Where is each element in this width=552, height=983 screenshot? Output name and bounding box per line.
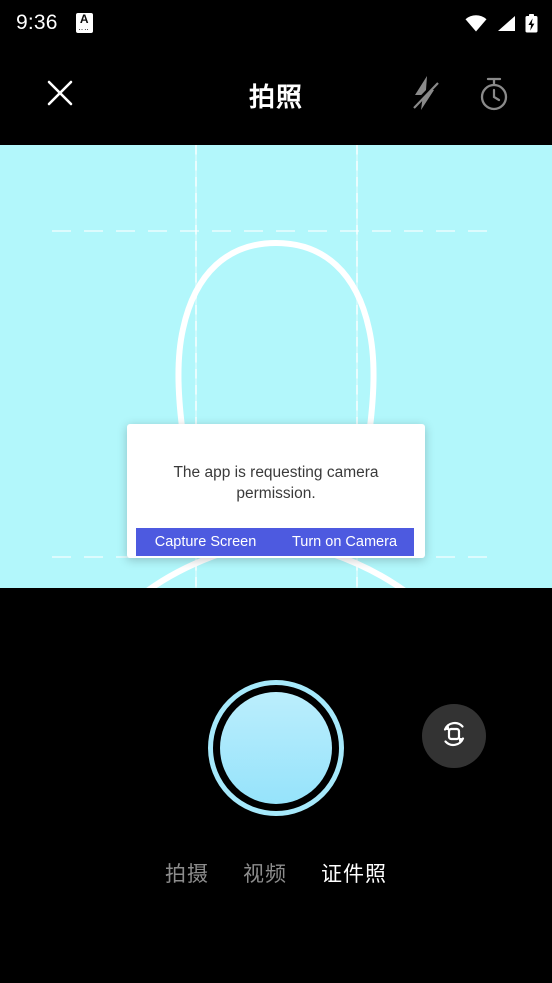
shutter-inner-circle (220, 692, 332, 804)
cellular-signal-icon (496, 15, 516, 32)
camera-controls-panel: 拍摄 视频 证件照 (0, 588, 552, 983)
battery-charging-icon (525, 13, 538, 33)
page-title: 拍照 (248, 82, 303, 112)
mode-tab-id-photo[interactable]: 证件照 (317, 856, 391, 890)
flash-toggle-button[interactable] (405, 76, 445, 116)
capture-mode-tabs: 拍摄 视频 证件照 (0, 856, 552, 890)
app-notification-badge-icon: A ‥‥ (75, 13, 93, 33)
mode-tab-photo[interactable]: 拍摄 (161, 856, 213, 890)
app-badge-dots: ‥‥ (78, 25, 90, 32)
camera-app-screen: 9:36 A ‥‥ 拍照 The app is requesting camer… (0, 0, 552, 983)
switch-camera-icon (436, 716, 472, 757)
timer-stopwatch-icon (476, 74, 512, 117)
status-bar: 9:36 A ‥‥ (0, 0, 552, 46)
timer-button[interactable] (473, 75, 515, 117)
camera-permission-dialog: The app is requesting camera permission.… (127, 424, 425, 558)
turn-on-camera-button[interactable]: Turn on Camera (275, 528, 414, 556)
dialog-action-bar: Capture Screen Turn on Camera (136, 528, 414, 556)
wifi-icon (465, 14, 487, 32)
status-bar-indicators (465, 13, 538, 33)
flash-off-icon (408, 73, 442, 118)
mode-tab-video[interactable]: 视频 (239, 856, 291, 890)
switch-camera-button[interactable] (422, 704, 486, 768)
dialog-message: The app is requesting camera permission. (173, 464, 379, 502)
permission-dialog-layer: The app is requesting camera permission.… (0, 145, 552, 588)
status-bar-clock: 9:36 (16, 11, 58, 34)
shutter-button[interactable] (208, 680, 344, 816)
capture-screen-button[interactable]: Capture Screen (136, 528, 275, 556)
camera-header-bar: 拍照 (0, 46, 552, 145)
